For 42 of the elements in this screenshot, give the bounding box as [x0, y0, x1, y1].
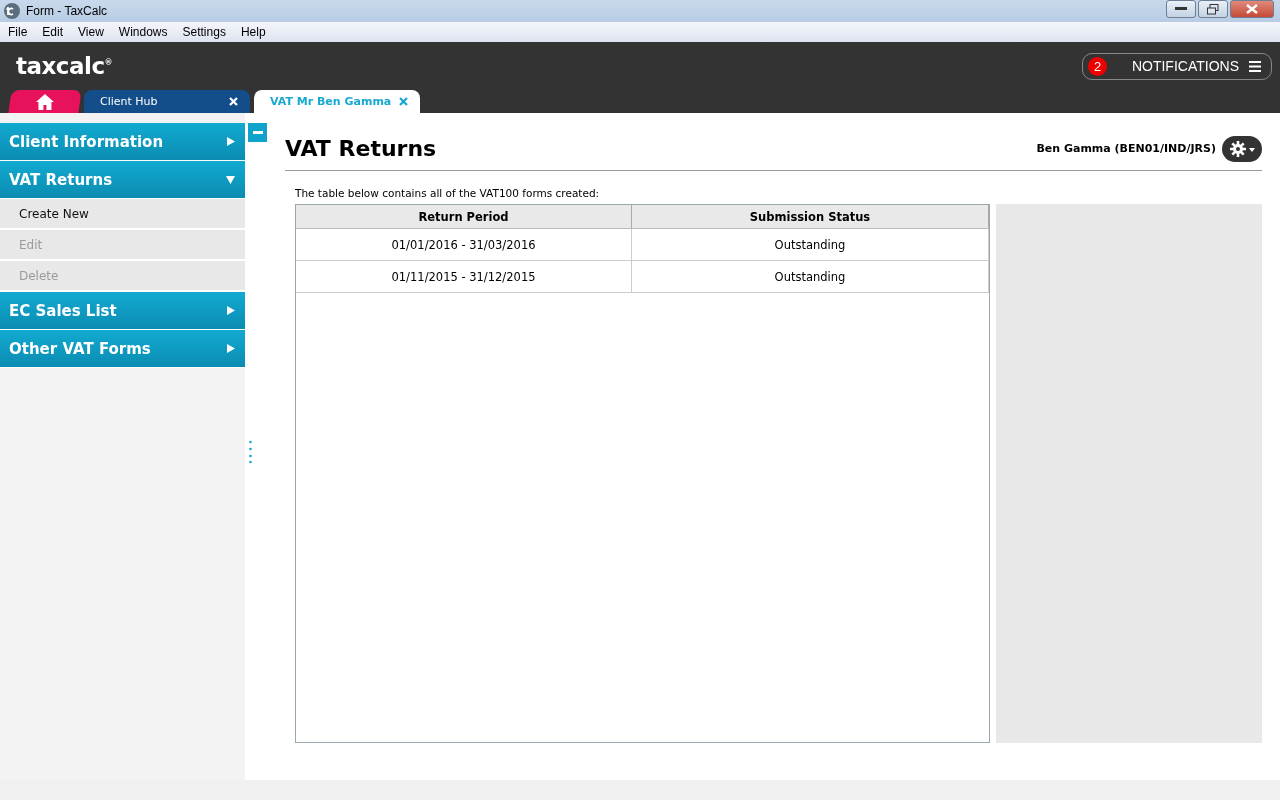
close-icon: [229, 97, 238, 106]
minimize-icon: [1175, 7, 1187, 11]
restore-icon: [1207, 3, 1219, 15]
tab[interactable]: Client Hub: [84, 90, 250, 113]
close-icon: [399, 97, 408, 106]
gear-icon: [1227, 139, 1257, 158]
caret-right-icon: [227, 344, 235, 353]
notification-count: 2: [1088, 56, 1107, 76]
menu-icon: [1249, 60, 1261, 72]
column-header: Submission Status: [631, 205, 989, 229]
close-button[interactable]: [1230, 0, 1274, 18]
table-cell: Outstanding: [631, 260, 989, 293]
client-name: Ben Gamma (BEN01/IND/JRS): [1036, 142, 1216, 155]
close-icon: [1246, 4, 1258, 14]
resize-handle-icon[interactable]: [249, 440, 252, 464]
menu-item[interactable]: File: [8, 25, 28, 39]
window-title: Form - TaxCalc: [26, 4, 108, 18]
menu-item[interactable]: Edit: [42, 25, 64, 39]
app-logo-icon: [4, 3, 20, 19]
page-title: VAT Returns: [285, 136, 437, 161]
caret-right-icon: [227, 137, 235, 146]
taxcalc-logo: taxcalc$^{®}$: [16, 53, 113, 79]
caret-down-icon: [226, 175, 235, 184]
column-header: Return Period: [296, 205, 632, 229]
table-cell: 01/11/2015 - 31/12/2015: [296, 260, 632, 293]
home-tab[interactable]: [8, 90, 82, 113]
table-cell: 01/01/2016 - 31/03/2016: [296, 228, 632, 261]
menu-item[interactable]: Settings: [182, 25, 226, 39]
notifications-button[interactable]: 2 NOTIFICATIONS: [1082, 52, 1272, 80]
minus-icon: [252, 131, 263, 134]
home-icon: [36, 93, 54, 110]
collapse-button[interactable]: [248, 123, 267, 142]
minimize-button[interactable]: [1166, 0, 1196, 18]
restore-button[interactable]: [1198, 0, 1228, 18]
settings-button[interactable]: [1222, 135, 1262, 162]
menu-item[interactable]: Windows: [118, 25, 168, 39]
menu-item[interactable]: View: [78, 25, 104, 39]
menu-item[interactable]: Help: [240, 25, 266, 39]
table-cell: Outstanding: [631, 228, 989, 261]
intro-text: The table below contains all of the VAT100 forms created:: [295, 187, 601, 199]
sidebar-item[interactable]: Create New: [0, 199, 245, 230]
caret-right-icon: [227, 306, 235, 315]
